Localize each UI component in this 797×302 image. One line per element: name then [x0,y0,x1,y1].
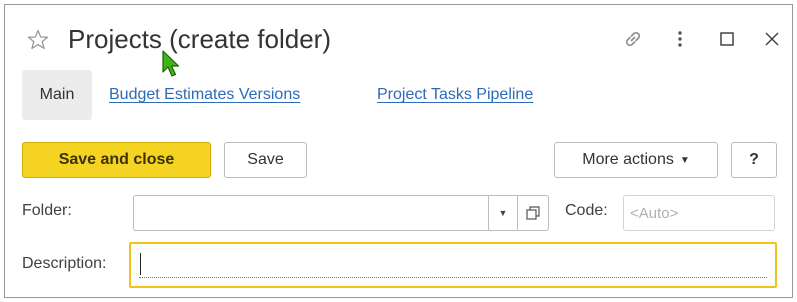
open-folder-button[interactable] [517,195,549,231]
chevron-down-icon: ▼ [498,208,508,218]
more-actions-label: More actions [582,151,674,168]
more-vertical-icon[interactable] [667,26,693,52]
code-label: Code: [565,202,608,219]
help-button[interactable]: ? [731,142,777,178]
description-field-wrapper[interactable] [129,242,777,288]
open-in-window-icon [525,206,540,220]
folder-dropdown-button[interactable]: ▼ [488,195,518,231]
folder-label: Folder: [22,202,72,219]
tab-main[interactable]: Main [22,70,92,120]
chevron-down-icon: ▼ [679,154,690,166]
save-button[interactable]: Save [224,142,307,178]
maximize-icon[interactable] [714,26,740,52]
folder-field[interactable] [133,195,489,231]
star-icon[interactable] [26,28,50,52]
tab-project-tasks-pipeline[interactable]: Project Tasks Pipeline [377,86,533,104]
tab-budget-estimates-versions[interactable]: Budget Estimates Versions [109,86,300,104]
more-actions-button[interactable]: More actions ▼ [554,142,718,178]
description-label: Description: [22,255,107,272]
text-caret [140,253,141,275]
close-icon[interactable] [759,26,785,52]
save-and-close-button[interactable]: Save and close [22,142,211,178]
spellcheck-underline [139,277,767,278]
mouse-cursor-icon [162,50,180,77]
description-field[interactable] [137,248,771,280]
code-field[interactable] [623,195,775,231]
link-icon[interactable] [620,26,646,52]
window-title: Projects (create folder) [68,24,331,54]
